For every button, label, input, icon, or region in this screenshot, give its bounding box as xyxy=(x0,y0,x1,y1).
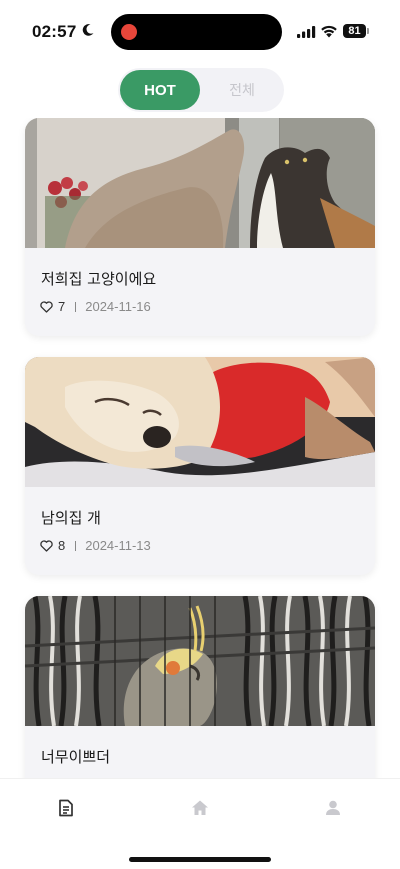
battery-indicator: 81 xyxy=(343,24,370,38)
post-feed[interactable]: 저희집 고양이에요 7 2024-11-16 남의집 개 8 2024-11-1… xyxy=(0,118,400,778)
dynamic-island xyxy=(111,14,282,50)
home-icon xyxy=(192,800,208,815)
toggle-all-button[interactable]: 전체 xyxy=(202,70,282,110)
tab-profile[interactable] xyxy=(318,793,348,823)
post-card[interactable]: 남의집 개 8 2024-11-13 xyxy=(25,357,375,575)
tab-feed[interactable] xyxy=(51,793,81,823)
like-count: 7 xyxy=(58,299,66,314)
battery-tip xyxy=(367,28,369,34)
toggle-hot-button[interactable]: HOT xyxy=(120,70,200,110)
post-image-dog xyxy=(25,357,375,487)
post-title: 너무이쁘더 xyxy=(41,748,111,766)
post-title: 저희집 고양이에요 xyxy=(41,270,157,288)
status-bar: 02:57 81 xyxy=(0,0,400,62)
post-title: 남의집 개 xyxy=(41,509,101,527)
post-meta: 7 2024-11-16 xyxy=(40,299,151,314)
post-card[interactable]: 너무이쁘더 xyxy=(25,596,375,778)
like-count: 8 xyxy=(58,538,66,553)
status-time: 02:57 xyxy=(32,22,77,41)
tab-home[interactable] xyxy=(185,793,215,823)
wifi-icon xyxy=(321,25,337,38)
person-icon xyxy=(326,800,340,815)
home-indicator[interactable] xyxy=(129,857,271,862)
post-date: 2024-11-16 xyxy=(85,299,151,314)
post-image-bird xyxy=(25,596,375,726)
meta-divider xyxy=(75,540,77,551)
battery-level: 81 xyxy=(343,24,366,38)
post-date: 2024-11-13 xyxy=(85,538,151,553)
recording-indicator-icon xyxy=(121,24,137,40)
moon-icon xyxy=(82,24,94,36)
post-meta: 8 2024-11-13 xyxy=(40,538,151,553)
meta-divider xyxy=(75,301,77,312)
heart-icon[interactable] xyxy=(40,539,53,552)
cellular-signal-icon xyxy=(297,26,316,38)
post-image-cats xyxy=(25,118,375,248)
post-card[interactable]: 저희집 고양이에요 7 2024-11-16 xyxy=(25,118,375,336)
bottom-tab-bar xyxy=(0,778,400,869)
heart-icon[interactable] xyxy=(40,300,53,313)
feed-filter-toggle: HOT 전체 xyxy=(118,68,284,112)
document-icon xyxy=(59,799,73,817)
